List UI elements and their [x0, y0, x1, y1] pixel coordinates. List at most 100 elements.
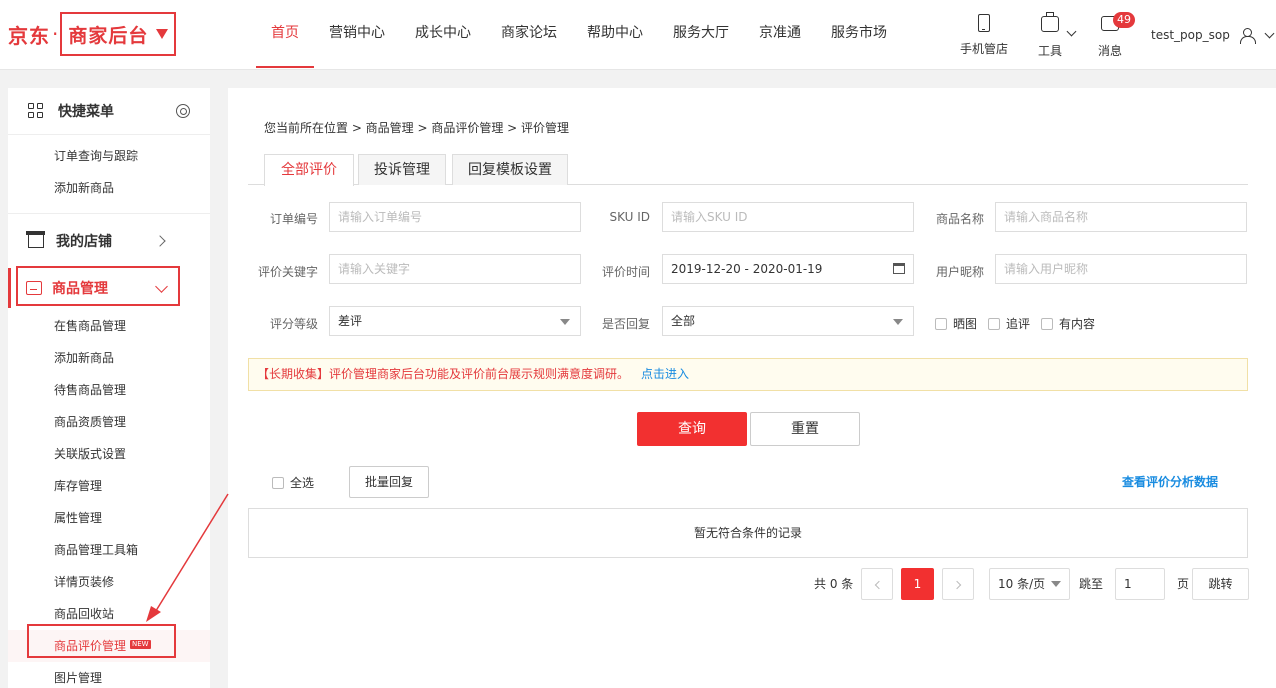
logo-dot: · — [52, 22, 59, 46]
sidebar-item-related-layout[interactable]: 关联版式设置 — [8, 438, 210, 470]
main-nav: 首页 营销中心 成长中心 商家论坛 帮助中心 服务大厅 京准通 服务市场 — [256, 0, 902, 68]
checkbox-icon — [988, 318, 1000, 330]
phone-store-button[interactable]: 手机管店 — [960, 12, 1008, 57]
notice-link[interactable]: 点击进入 — [641, 367, 689, 381]
nav-growth[interactable]: 成长中心 — [400, 0, 486, 68]
tab-bar: 全部评价 投诉管理 回复模板设置 — [248, 154, 1248, 186]
rating-level-label: 评分等级 — [269, 317, 318, 331]
active-indicator — [8, 268, 11, 308]
review-time-value: 2019-12-20 - 2020-01-19 — [671, 262, 823, 276]
keyword-input[interactable]: 请输入关键字 — [329, 254, 581, 284]
reset-button[interactable]: 重置 — [750, 412, 860, 446]
keyword-label: 评价关键字 — [257, 265, 318, 279]
pagination: 共 0 条 1 10 条/页 跳至 1 页 跳转 — [228, 568, 1276, 600]
page-unit-label: 页 — [1177, 577, 1190, 591]
sidebar-item-my-store[interactable]: 我的店铺 — [8, 214, 210, 268]
caret-down-icon — [560, 319, 570, 325]
empty-results: 暂无符合条件的记录 — [248, 508, 1248, 558]
rating-level-value: 差评 — [338, 314, 363, 328]
notice-banner: 【长期收集】评价管理商家后台功能及评价前台展示规则满意度调研。 点击进入 — [248, 358, 1248, 391]
messages-label: 消息 — [1098, 44, 1123, 58]
sidebar-item-pending-sale[interactable]: 待售商品管理 — [8, 374, 210, 406]
replied-value: 全部 — [671, 314, 696, 328]
sidebar-item-images[interactable]: 图片管理 — [8, 662, 210, 688]
user-icon — [1239, 28, 1256, 44]
jump-button[interactable]: 跳转 — [1192, 568, 1249, 600]
jump-to-label: 跳至 — [1079, 577, 1104, 591]
product-name-input[interactable]: 请输入商品名称 — [995, 202, 1247, 232]
chevron-right-icon — [154, 235, 166, 247]
checkbox-follow-up-label: 追评 — [1006, 317, 1031, 331]
highlight-box-goods-management — [16, 266, 180, 306]
total-count: 共 0 条 — [814, 577, 854, 591]
checkbox-with-image-label: 晒图 — [953, 317, 978, 331]
next-page-button[interactable] — [942, 568, 974, 600]
user-menu[interactable]: test_pop_sop — [1151, 28, 1275, 44]
nickname-label: 用户昵称 — [935, 265, 984, 279]
logo[interactable]: 京东 · 商家后台 — [8, 12, 177, 56]
rating-level-select[interactable]: 差评 — [329, 306, 581, 336]
sidebar-item-add-product[interactable]: 添加新商品 — [8, 342, 210, 374]
tab-reply-templates[interactable]: 回复模板设置 — [452, 154, 568, 185]
checkbox-follow-up[interactable]: 追评 — [988, 315, 1030, 332]
nav-jzt[interactable]: 京准通 — [744, 0, 816, 68]
nickname-input[interactable]: 请输入用户昵称 — [995, 254, 1247, 284]
replied-select[interactable]: 全部 — [662, 306, 914, 336]
annotation-arrow — [146, 493, 229, 622]
sku-id-input[interactable]: 请输入SKU ID — [662, 202, 914, 232]
checkbox-has-content[interactable]: 有内容 — [1041, 315, 1095, 332]
checkbox-with-image[interactable]: 晒图 — [935, 315, 977, 332]
breadcrumb: 您当前所在位置 > 商品管理 > 商品评价管理 > 评价管理 — [264, 121, 570, 135]
nav-service-hall[interactable]: 服务大厅 — [658, 0, 744, 68]
checkbox-has-content-label: 有内容 — [1059, 317, 1096, 331]
sidebar-item-quick-add-product[interactable]: 添加新商品 — [8, 172, 210, 204]
nav-service-market[interactable]: 服务市场 — [816, 0, 902, 68]
page-size-value: 10 条/页 — [998, 577, 1046, 591]
quick-menu-header: 快捷菜单 — [8, 88, 210, 134]
replied-label: 是否回复 — [601, 317, 650, 331]
nav-home[interactable]: 首页 — [256, 0, 314, 68]
main-panel: 您当前所在位置 > 商品管理 > 商品评价管理 > 评价管理 全部评价 投诉管理… — [228, 88, 1276, 688]
sku-id-label: SKU ID — [609, 210, 650, 224]
page-size-select[interactable]: 10 条/页 — [989, 568, 1070, 600]
sidebar-item-on-sale[interactable]: 在售商品管理 — [8, 310, 210, 342]
page-number-current[interactable]: 1 — [901, 568, 934, 600]
batch-reply-button[interactable]: 批量回复 — [349, 466, 429, 498]
chevron-left-icon — [874, 580, 883, 590]
tab-all-reviews[interactable]: 全部评价 — [264, 154, 354, 186]
caret-down-icon — [1051, 581, 1061, 587]
notice-text: 【长期收集】评价管理商家后台功能及评价前台展示规则满意度调研。 — [257, 367, 630, 381]
sidebar-item-qualification[interactable]: 商品资质管理 — [8, 406, 210, 438]
jump-page-input[interactable]: 1 — [1115, 568, 1165, 600]
tools-button[interactable]: 工具 — [1038, 12, 1062, 59]
logo-title-box[interactable]: 商家后台 — [60, 12, 177, 56]
order-number-label: 订单编号 — [269, 212, 318, 226]
query-button[interactable]: 查询 — [637, 412, 747, 446]
select-all-checkbox[interactable]: 全选 — [272, 474, 314, 491]
order-number-input[interactable]: 请输入订单编号 — [329, 202, 581, 232]
checkbox-icon — [1041, 318, 1053, 330]
sidebar-item-order-query[interactable]: 订单查询与跟踪 — [8, 140, 210, 172]
gear-icon[interactable] — [176, 104, 190, 118]
tools-chevron-down-icon[interactable] — [1066, 26, 1077, 37]
view-analysis-link[interactable]: 查看评价分析数据 — [1122, 473, 1218, 490]
caret-down-icon — [156, 29, 169, 39]
grid-icon — [28, 103, 44, 119]
nav-marketing[interactable]: 营销中心 — [314, 0, 400, 68]
nav-forum[interactable]: 商家论坛 — [486, 0, 572, 68]
nav-help[interactable]: 帮助中心 — [572, 0, 658, 68]
top-header: 京东 · 商家后台 首页 营销中心 成长中心 商家论坛 帮助中心 服务大厅 京准… — [0, 0, 1276, 70]
checkbox-icon — [272, 477, 284, 489]
logo-brand: 京东 — [8, 23, 50, 48]
store-icon — [26, 231, 45, 248]
user-chevron-down-icon — [1264, 28, 1275, 38]
prev-page-button[interactable] — [861, 568, 893, 600]
my-store-label: 我的店铺 — [56, 234, 112, 250]
review-time-label: 评价时间 — [601, 265, 650, 279]
tab-complaints[interactable]: 投诉管理 — [358, 154, 446, 185]
message-count-badge: 49 — [1113, 12, 1135, 28]
messages-button[interactable]: 49 消息 — [1098, 12, 1135, 59]
username: test_pop_sop — [1151, 28, 1230, 42]
quick-menu-title: 快捷菜单 — [58, 104, 114, 120]
review-time-input[interactable]: 2019-12-20 - 2020-01-19 — [662, 254, 914, 284]
